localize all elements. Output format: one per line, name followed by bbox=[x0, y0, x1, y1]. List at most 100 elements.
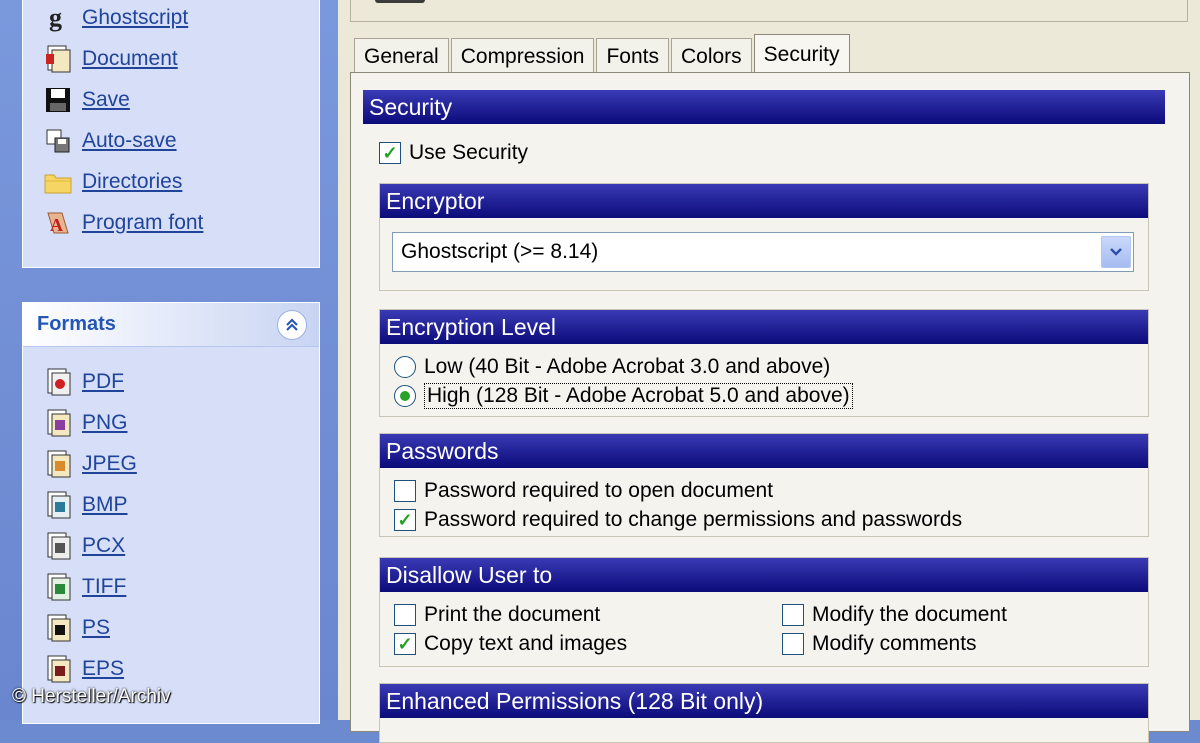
top-panel bbox=[350, 0, 1188, 22]
passwords-title: Passwords bbox=[380, 434, 1148, 468]
sidebar-item-label: PS bbox=[82, 615, 111, 639]
encryption-high-radio[interactable] bbox=[394, 384, 416, 407]
encryption-level-title: Encryption Level bbox=[380, 310, 1148, 344]
eps-file-icon bbox=[43, 654, 73, 684]
collapse-chevron-icon[interactable] bbox=[277, 309, 307, 340]
password-permissions-checkbox[interactable]: ✓ bbox=[394, 508, 416, 531]
sidebar-item-png[interactable]: PNG bbox=[23, 402, 319, 443]
encryptor-title: Encryptor bbox=[380, 184, 1148, 218]
sidebar-item-label: PNG bbox=[82, 410, 128, 434]
sidebar-item-jpeg[interactable]: JPEG bbox=[23, 443, 319, 484]
encryptor-group: Encryptor Ghostscript (>= 8.14) bbox=[379, 183, 1149, 291]
password-permissions-label: Password required to change permissions … bbox=[424, 507, 963, 531]
disallow-print-label: Print the document bbox=[424, 602, 601, 626]
password-permissions-option[interactable]: ✓ Password required to change permission… bbox=[394, 505, 962, 534]
tab-security[interactable]: Security bbox=[753, 34, 850, 74]
ps-file-icon bbox=[43, 613, 73, 643]
sidebar-item-label: Auto-save bbox=[82, 128, 177, 152]
jpeg-file-icon bbox=[43, 449, 73, 479]
settings-list: g Ghostscript Document Save Auto-save Di… bbox=[23, 0, 203, 243]
disallow-group: Disallow User to Print the document ✓ Co… bbox=[379, 557, 1149, 667]
encryptor-selected-value: Ghostscript (>= 8.14) bbox=[401, 240, 599, 263]
task-pane: g Ghostscript Document Save Auto-save Di… bbox=[0, 0, 338, 724]
disallow-modify-document-label: Modify the document bbox=[812, 602, 1007, 626]
encryption-low-label: Low (40 Bit - Adobe Acrobat 3.0 and abov… bbox=[424, 354, 831, 378]
chevron-down-icon[interactable] bbox=[1101, 236, 1131, 268]
sidebar-item-bmp[interactable]: BMP bbox=[23, 484, 319, 525]
password-open-label: Password required to open document bbox=[424, 478, 774, 502]
sidebar-item-eps[interactable]: EPS bbox=[23, 648, 319, 689]
sidebar-item-auto-save[interactable]: Auto-save bbox=[23, 120, 203, 161]
sidebar-item-ghostscript[interactable]: g Ghostscript bbox=[23, 0, 203, 38]
formats-panel-title: Formats bbox=[37, 313, 116, 335]
sidebar-item-tiff[interactable]: TIFF bbox=[23, 566, 319, 607]
tab-compression[interactable]: Compression bbox=[450, 38, 595, 74]
document-icon bbox=[43, 44, 73, 74]
enhanced-permissions-title: Enhanced Permissions (128 Bit only) bbox=[380, 684, 1148, 718]
disallow-modify-comments-label: Modify comments bbox=[812, 631, 977, 655]
formats-list: PDF PNG JPEG BMP PCX TIFF PS EPS bbox=[23, 347, 319, 689]
sidebar-item-label: Ghostscript bbox=[82, 5, 189, 29]
disallow-copy-checkbox[interactable]: ✓ bbox=[394, 632, 416, 655]
sidebar-item-label: EPS bbox=[82, 656, 125, 680]
settings-dialog: General Compression Fonts Colors Securit… bbox=[338, 0, 1200, 743]
password-open-option[interactable]: Password required to open document bbox=[394, 476, 962, 505]
encryption-low-option[interactable]: Low (40 Bit - Adobe Acrobat 3.0 and abov… bbox=[394, 352, 853, 381]
password-open-checkbox[interactable] bbox=[394, 479, 416, 502]
disallow-title: Disallow User to bbox=[380, 558, 1148, 592]
sidebar-item-label: Document bbox=[82, 46, 178, 70]
sidebar-item-pdf[interactable]: PDF bbox=[23, 361, 319, 402]
ghostscript-icon: g bbox=[43, 3, 73, 33]
enhanced-permissions-group: Enhanced Permissions (128 Bit only) bbox=[379, 683, 1149, 743]
use-security-checkbox-row[interactable]: ✓ Use Security bbox=[379, 141, 528, 165]
use-security-checkbox[interactable]: ✓ bbox=[379, 142, 401, 164]
disallow-modify-comments-checkbox[interactable] bbox=[782, 632, 804, 655]
tab-colors[interactable]: Colors bbox=[670, 38, 752, 74]
sidebar-item-label: Save bbox=[82, 87, 130, 111]
sidebar-item-pcx[interactable]: PCX bbox=[23, 525, 319, 566]
disallow-copy-label: Copy text and images bbox=[424, 631, 628, 655]
encryption-high-option[interactable]: High (128 Bit - Adobe Acrobat 5.0 and ab… bbox=[394, 381, 853, 410]
font-icon: A bbox=[43, 208, 73, 238]
encryption-high-label: High (128 Bit - Adobe Acrobat 5.0 and ab… bbox=[424, 382, 853, 409]
disallow-print-checkbox[interactable] bbox=[394, 603, 416, 626]
encryption-level-group: Encryption Level Low (40 Bit - Adobe Acr… bbox=[379, 309, 1149, 417]
disallow-print-option[interactable]: Print the document bbox=[394, 600, 782, 629]
floppy-disk-icon bbox=[43, 85, 73, 115]
bmp-file-icon bbox=[43, 490, 73, 520]
svg-text:A: A bbox=[50, 215, 63, 235]
sidebar-item-program-font[interactable]: A Program font bbox=[23, 202, 203, 243]
disallow-modify-document-option[interactable]: Modify the document bbox=[782, 600, 1170, 629]
formats-panel-header[interactable]: Formats bbox=[23, 303, 319, 347]
sidebar-item-label: PDF bbox=[82, 369, 124, 393]
sidebar-item-label: Directories bbox=[82, 169, 183, 193]
settings-panel: g Ghostscript Document Save Auto-save Di… bbox=[22, 0, 320, 268]
sidebar-item-document[interactable]: Document bbox=[23, 38, 203, 79]
sidebar-item-label: TIFF bbox=[82, 574, 127, 598]
sidebar-item-ps[interactable]: PS bbox=[23, 607, 319, 648]
sidebar-item-label: BMP bbox=[82, 492, 128, 516]
security-section-title: Security bbox=[363, 90, 1165, 124]
formats-panel: Formats PDF PNG JPEG BMP PCX TIFF PS EPS bbox=[22, 302, 320, 724]
folder-icon bbox=[43, 167, 73, 197]
png-file-icon bbox=[43, 408, 73, 438]
encryptor-select[interactable]: Ghostscript (>= 8.14) bbox=[392, 232, 1134, 272]
sidebar-item-label: Program font bbox=[82, 210, 204, 234]
disallow-modify-document-checkbox[interactable] bbox=[782, 603, 804, 626]
security-tab-page: Security ✓ Use Security Encryptor Ghosts… bbox=[350, 72, 1190, 743]
disallow-modify-comments-option[interactable]: Modify comments bbox=[782, 629, 1170, 658]
sidebar-item-directories[interactable]: Directories bbox=[23, 161, 203, 202]
sidebar-item-label: PCX bbox=[82, 533, 126, 557]
passwords-group: Passwords Password required to open docu… bbox=[379, 433, 1149, 537]
sidebar-item-save[interactable]: Save bbox=[23, 79, 203, 120]
encryption-low-radio[interactable] bbox=[394, 355, 416, 378]
tab-general[interactable]: General bbox=[354, 38, 449, 74]
top-button-edge[interactable] bbox=[375, 0, 425, 3]
pcx-file-icon bbox=[43, 531, 73, 561]
pdf-file-icon bbox=[43, 367, 73, 397]
auto-save-icon bbox=[43, 126, 73, 156]
svg-text:g: g bbox=[49, 4, 62, 32]
tab-bar: General Compression Fonts Colors Securit… bbox=[354, 34, 852, 74]
tab-fonts[interactable]: Fonts bbox=[596, 38, 669, 74]
disallow-copy-option[interactable]: ✓ Copy text and images bbox=[394, 629, 782, 658]
